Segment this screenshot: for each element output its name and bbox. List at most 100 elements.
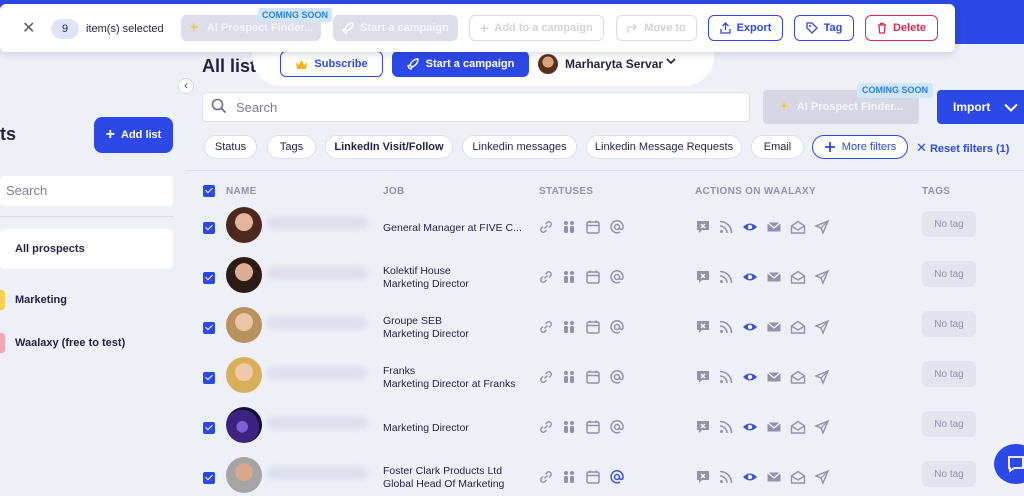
sidebar-item-all-prospects[interactable]: All prospects <box>0 229 173 269</box>
table-row[interactable]: General Manager at FIVE C... No tag <box>186 202 1024 252</box>
subscribe-button[interactable]: Subscribe <box>280 51 383 77</box>
tag-badge[interactable]: No tag <box>922 261 976 287</box>
export-button[interactable]: Export <box>708 15 783 41</box>
row-checkbox[interactable] <box>203 222 215 234</box>
tag-badge[interactable]: No tag <box>922 311 976 337</box>
table-row[interactable]: Foster Clark Products Ltd Global Head Of … <box>186 452 1024 496</box>
delete-button[interactable]: Delete <box>865 15 938 41</box>
people-icon[interactable] <box>561 419 577 435</box>
reset-filters-link[interactable]: ✕ Reset filters (1) <box>916 140 1009 156</box>
table-row[interactable]: Kolektif House Marketing Director No tag <box>186 252 1024 302</box>
link-icon[interactable] <box>538 469 554 485</box>
more-filters-button[interactable]: More filters <box>812 135 908 159</box>
link-icon[interactable] <box>538 369 554 385</box>
eye-icon[interactable] <box>742 469 758 485</box>
envelope-open-icon[interactable] <box>790 219 806 235</box>
row-checkbox[interactable] <box>203 372 215 384</box>
prospect-name-redacted[interactable] <box>266 366 368 380</box>
send-icon[interactable] <box>814 469 830 485</box>
filter-chip-linkedin-visit[interactable]: LinkedIn Visit/Follow <box>325 135 453 159</box>
people-icon[interactable] <box>561 369 577 385</box>
envelope-icon[interactable] <box>766 469 782 485</box>
prospect-name-redacted[interactable] <box>266 316 368 330</box>
calendar-icon[interactable] <box>585 469 601 485</box>
people-icon[interactable] <box>561 319 577 335</box>
prospect-name-redacted[interactable] <box>266 216 368 230</box>
calendar-icon[interactable] <box>585 419 601 435</box>
avatar[interactable] <box>226 207 262 243</box>
eye-icon[interactable] <box>742 219 758 235</box>
prospect-name-redacted[interactable] <box>266 466 368 480</box>
chevron-down-icon[interactable] <box>666 56 676 68</box>
filter-chip-linkedin-messages[interactable]: Linkedin messages <box>462 135 577 159</box>
table-row[interactable]: Marketing Director No tag <box>186 402 1024 452</box>
table-row[interactable]: Groupe SEB Marketing Director No tag <box>186 302 1024 352</box>
send-icon[interactable] <box>814 419 830 435</box>
tag-button[interactable]: Tag <box>794 15 854 41</box>
envelope-icon[interactable] <box>766 219 782 235</box>
start-campaign-button[interactable]: Start a campaign <box>392 51 529 77</box>
import-button[interactable]: Import <box>937 90 1024 124</box>
linkedin-message-icon[interactable] <box>695 369 711 385</box>
user-name[interactable]: Marharyta Servar <box>565 57 663 71</box>
tag-badge[interactable]: No tag <box>922 461 976 487</box>
sidebar-search-input[interactable]: Search <box>0 176 173 206</box>
eye-icon[interactable] <box>742 269 758 285</box>
filter-chip-status[interactable]: Status <box>204 135 257 159</box>
select-all-checkbox[interactable] <box>203 185 215 197</box>
add-list-button[interactable]: + Add list <box>94 117 173 153</box>
envelope-open-icon[interactable] <box>790 469 806 485</box>
avatar[interactable] <box>226 407 262 443</box>
move-to-button[interactable]: Move to <box>616 15 697 41</box>
people-icon[interactable] <box>561 469 577 485</box>
rss-icon[interactable] <box>718 319 734 335</box>
people-icon[interactable] <box>561 219 577 235</box>
column-header-statuses[interactable]: STATUSES <box>539 186 593 197</box>
at-icon[interactable] <box>609 469 625 485</box>
avatar[interactable] <box>226 257 262 293</box>
link-icon[interactable] <box>538 269 554 285</box>
envelope-open-icon[interactable] <box>790 369 806 385</box>
at-icon[interactable] <box>609 319 625 335</box>
link-icon[interactable] <box>538 419 554 435</box>
linkedin-message-icon[interactable] <box>695 269 711 285</box>
prospect-name-redacted[interactable] <box>266 416 368 430</box>
envelope-open-icon[interactable] <box>790 419 806 435</box>
collapse-sidebar-button[interactable]: ‹ <box>178 78 194 94</box>
at-icon[interactable] <box>609 219 625 235</box>
link-icon[interactable] <box>538 319 554 335</box>
send-icon[interactable] <box>814 369 830 385</box>
add-to-campaign-button[interactable]: + Add to a campaign <box>469 15 604 41</box>
linkedin-message-icon[interactable] <box>695 419 711 435</box>
send-icon[interactable] <box>814 269 830 285</box>
envelope-open-icon[interactable] <box>790 269 806 285</box>
eye-icon[interactable] <box>742 319 758 335</box>
rss-icon[interactable] <box>718 269 734 285</box>
column-header-job[interactable]: JOB <box>383 186 404 197</box>
link-icon[interactable] <box>538 219 554 235</box>
rss-icon[interactable] <box>718 219 734 235</box>
row-checkbox[interactable] <box>203 472 215 484</box>
tag-badge[interactable]: No tag <box>922 361 976 387</box>
avatar[interactable] <box>538 54 558 74</box>
linkedin-message-icon[interactable] <box>695 319 711 335</box>
close-icon[interactable]: ✕ <box>22 18 35 38</box>
filter-chip-email[interactable]: Email <box>751 135 804 159</box>
envelope-icon[interactable] <box>766 319 782 335</box>
envelope-icon[interactable] <box>766 269 782 285</box>
prospect-name-redacted[interactable] <box>266 266 368 280</box>
rss-icon[interactable] <box>718 419 734 435</box>
calendar-icon[interactable] <box>585 269 601 285</box>
calendar-icon[interactable] <box>585 369 601 385</box>
row-checkbox[interactable] <box>203 272 215 284</box>
table-row[interactable]: Franks Marketing Director at Franks No tag <box>186 352 1024 402</box>
row-checkbox[interactable] <box>203 322 215 334</box>
row-checkbox[interactable] <box>203 422 215 434</box>
column-header-tags[interactable]: TAGS <box>922 186 950 197</box>
linkedin-message-icon[interactable] <box>695 469 711 485</box>
calendar-icon[interactable] <box>585 319 601 335</box>
filter-chip-message-requests[interactable]: Linkedin Message Requests <box>586 135 742 159</box>
send-icon[interactable] <box>814 319 830 335</box>
envelope-icon[interactable] <box>766 369 782 385</box>
tag-badge[interactable]: No tag <box>922 211 976 237</box>
